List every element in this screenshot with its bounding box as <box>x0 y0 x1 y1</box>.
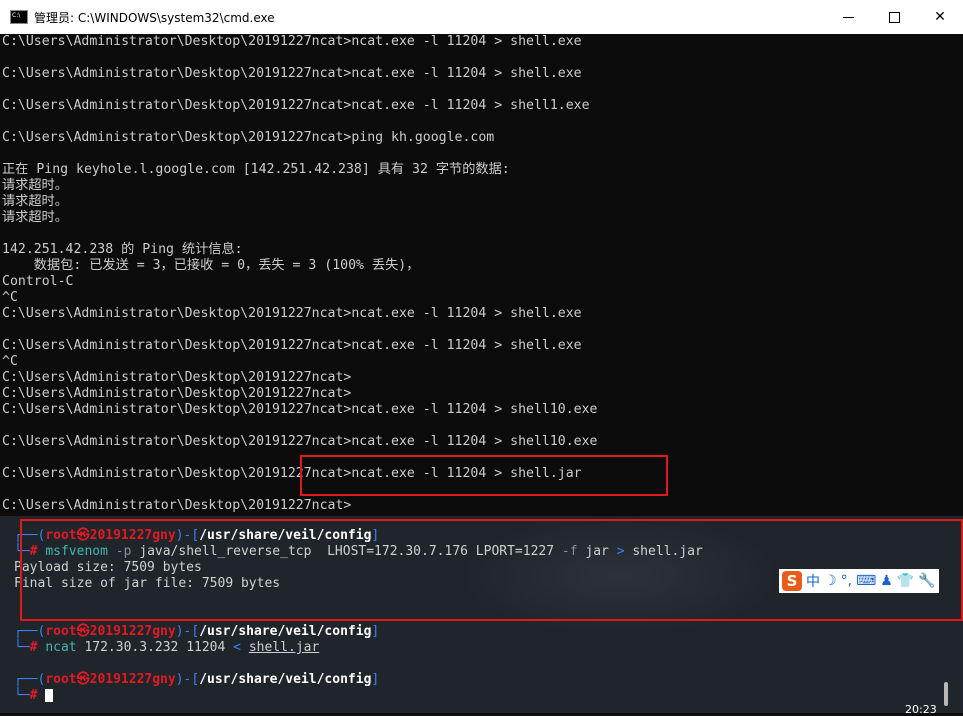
close-icon: ✕ <box>934 9 946 25</box>
minimize-icon <box>842 16 854 18</box>
console-line: C:\Users\Administrator\Desktop\20191227n… <box>2 370 352 385</box>
maximize-icon <box>888 11 900 23</box>
prompt2-command: └─# ncat 172.30.3.232 11204 < shell.jar <box>14 640 319 656</box>
terminal-scrollbar[interactable] <box>944 682 948 706</box>
prompt-sep: )-[ <box>175 672 200 687</box>
input-file: shell.jar <box>248 640 320 655</box>
prompt-end: ] <box>371 672 380 687</box>
prompt3-command[interactable]: └─# <box>14 688 54 704</box>
console-line: C:\Users\Administrator\Desktop\20191227n… <box>2 306 582 321</box>
prompt-user: root㉿20191227gny <box>45 624 176 639</box>
prompt2-top: ┌──(root㉿20191227gny)-[/usr/share/veil/c… <box>14 624 379 640</box>
console-line: 数据包: 已发送 = 3，已接收 = 0，丢失 = 3 (100% 丢失)， <box>2 258 420 273</box>
command-ncat: ncat <box>45 640 77 655</box>
window-title: 管理员: C:\WINDOWS\system32\cmd.exe <box>34 10 275 25</box>
prompt-corner: ┌──( <box>14 624 46 639</box>
prompt-hash: # <box>29 640 38 655</box>
console-line: C:\Users\Administrator\Desktop\20191227n… <box>2 66 582 81</box>
console-line: ^C <box>2 290 18 305</box>
console-line: C:\Users\Administrator\Desktop\20191227n… <box>2 98 590 113</box>
highlight-box-kali <box>20 519 963 621</box>
prompt-corner-bottom: └─ <box>14 640 30 655</box>
console-line: C:\Users\Administrator\Desktop\20191227n… <box>2 338 582 353</box>
prompt-hash: # <box>29 688 38 703</box>
cmd-console[interactable]: C:\Users\Administrator\Desktop\20191227n… <box>0 34 963 516</box>
highlight-box-cmd <box>300 455 668 496</box>
console-line: C:\Users\Administrator\Desktop\20191227n… <box>2 402 598 417</box>
console-output: C:\Users\Administrator\Desktop\20191227n… <box>0 34 963 514</box>
prompt-path: /usr/share/veil/config <box>199 672 372 687</box>
console-line: 请求超时。 <box>2 178 68 193</box>
close-button[interactable]: ✕ <box>917 0 963 34</box>
console-line: 142.251.42.238 的 Ping 统计信息: <box>2 242 243 257</box>
taskbar-clock: 20:23 <box>905 703 937 716</box>
console-line: Control-C <box>2 274 74 289</box>
console-line: C:\Users\Administrator\Desktop\20191227n… <box>2 386 352 401</box>
console-line: C:\Users\Administrator\Desktop\20191227n… <box>2 498 352 513</box>
prompt-corner: ┌──( <box>14 672 46 687</box>
prompt-sep: )-[ <box>175 624 200 639</box>
console-line: 正在 Ping keyhole.l.google.com [142.251.42… <box>2 162 510 177</box>
console-line: ^C <box>2 354 18 369</box>
console-line: C:\Users\Administrator\Desktop\20191227n… <box>2 130 495 145</box>
command-args: 172.30.3.232 11204 <box>76 640 234 655</box>
console-line: C:\Users\Administrator\Desktop\20191227n… <box>2 34 582 49</box>
prompt-user: root㉿20191227gny <box>45 672 176 687</box>
prompt3-top: ┌──(root㉿20191227gny)-[/usr/share/veil/c… <box>14 672 379 688</box>
prompt-corner-bottom: └─ <box>14 688 30 703</box>
prompt-path: /usr/share/veil/config <box>199 624 372 639</box>
console-line: 请求超时。 <box>2 194 68 209</box>
maximize-button[interactable] <box>871 0 917 34</box>
cmd-app-icon <box>10 10 28 24</box>
text-cursor <box>45 689 54 702</box>
prompt-end: ] <box>371 624 380 639</box>
console-line: C:\Users\Administrator\Desktop\20191227n… <box>2 434 598 449</box>
minimize-button[interactable] <box>825 0 871 34</box>
redirect-symbol: < <box>233 640 241 655</box>
title-bar: 管理员: C:\WINDOWS\system32\cmd.exe ✕ <box>0 0 963 35</box>
console-line: 请求超时。 <box>2 210 68 225</box>
